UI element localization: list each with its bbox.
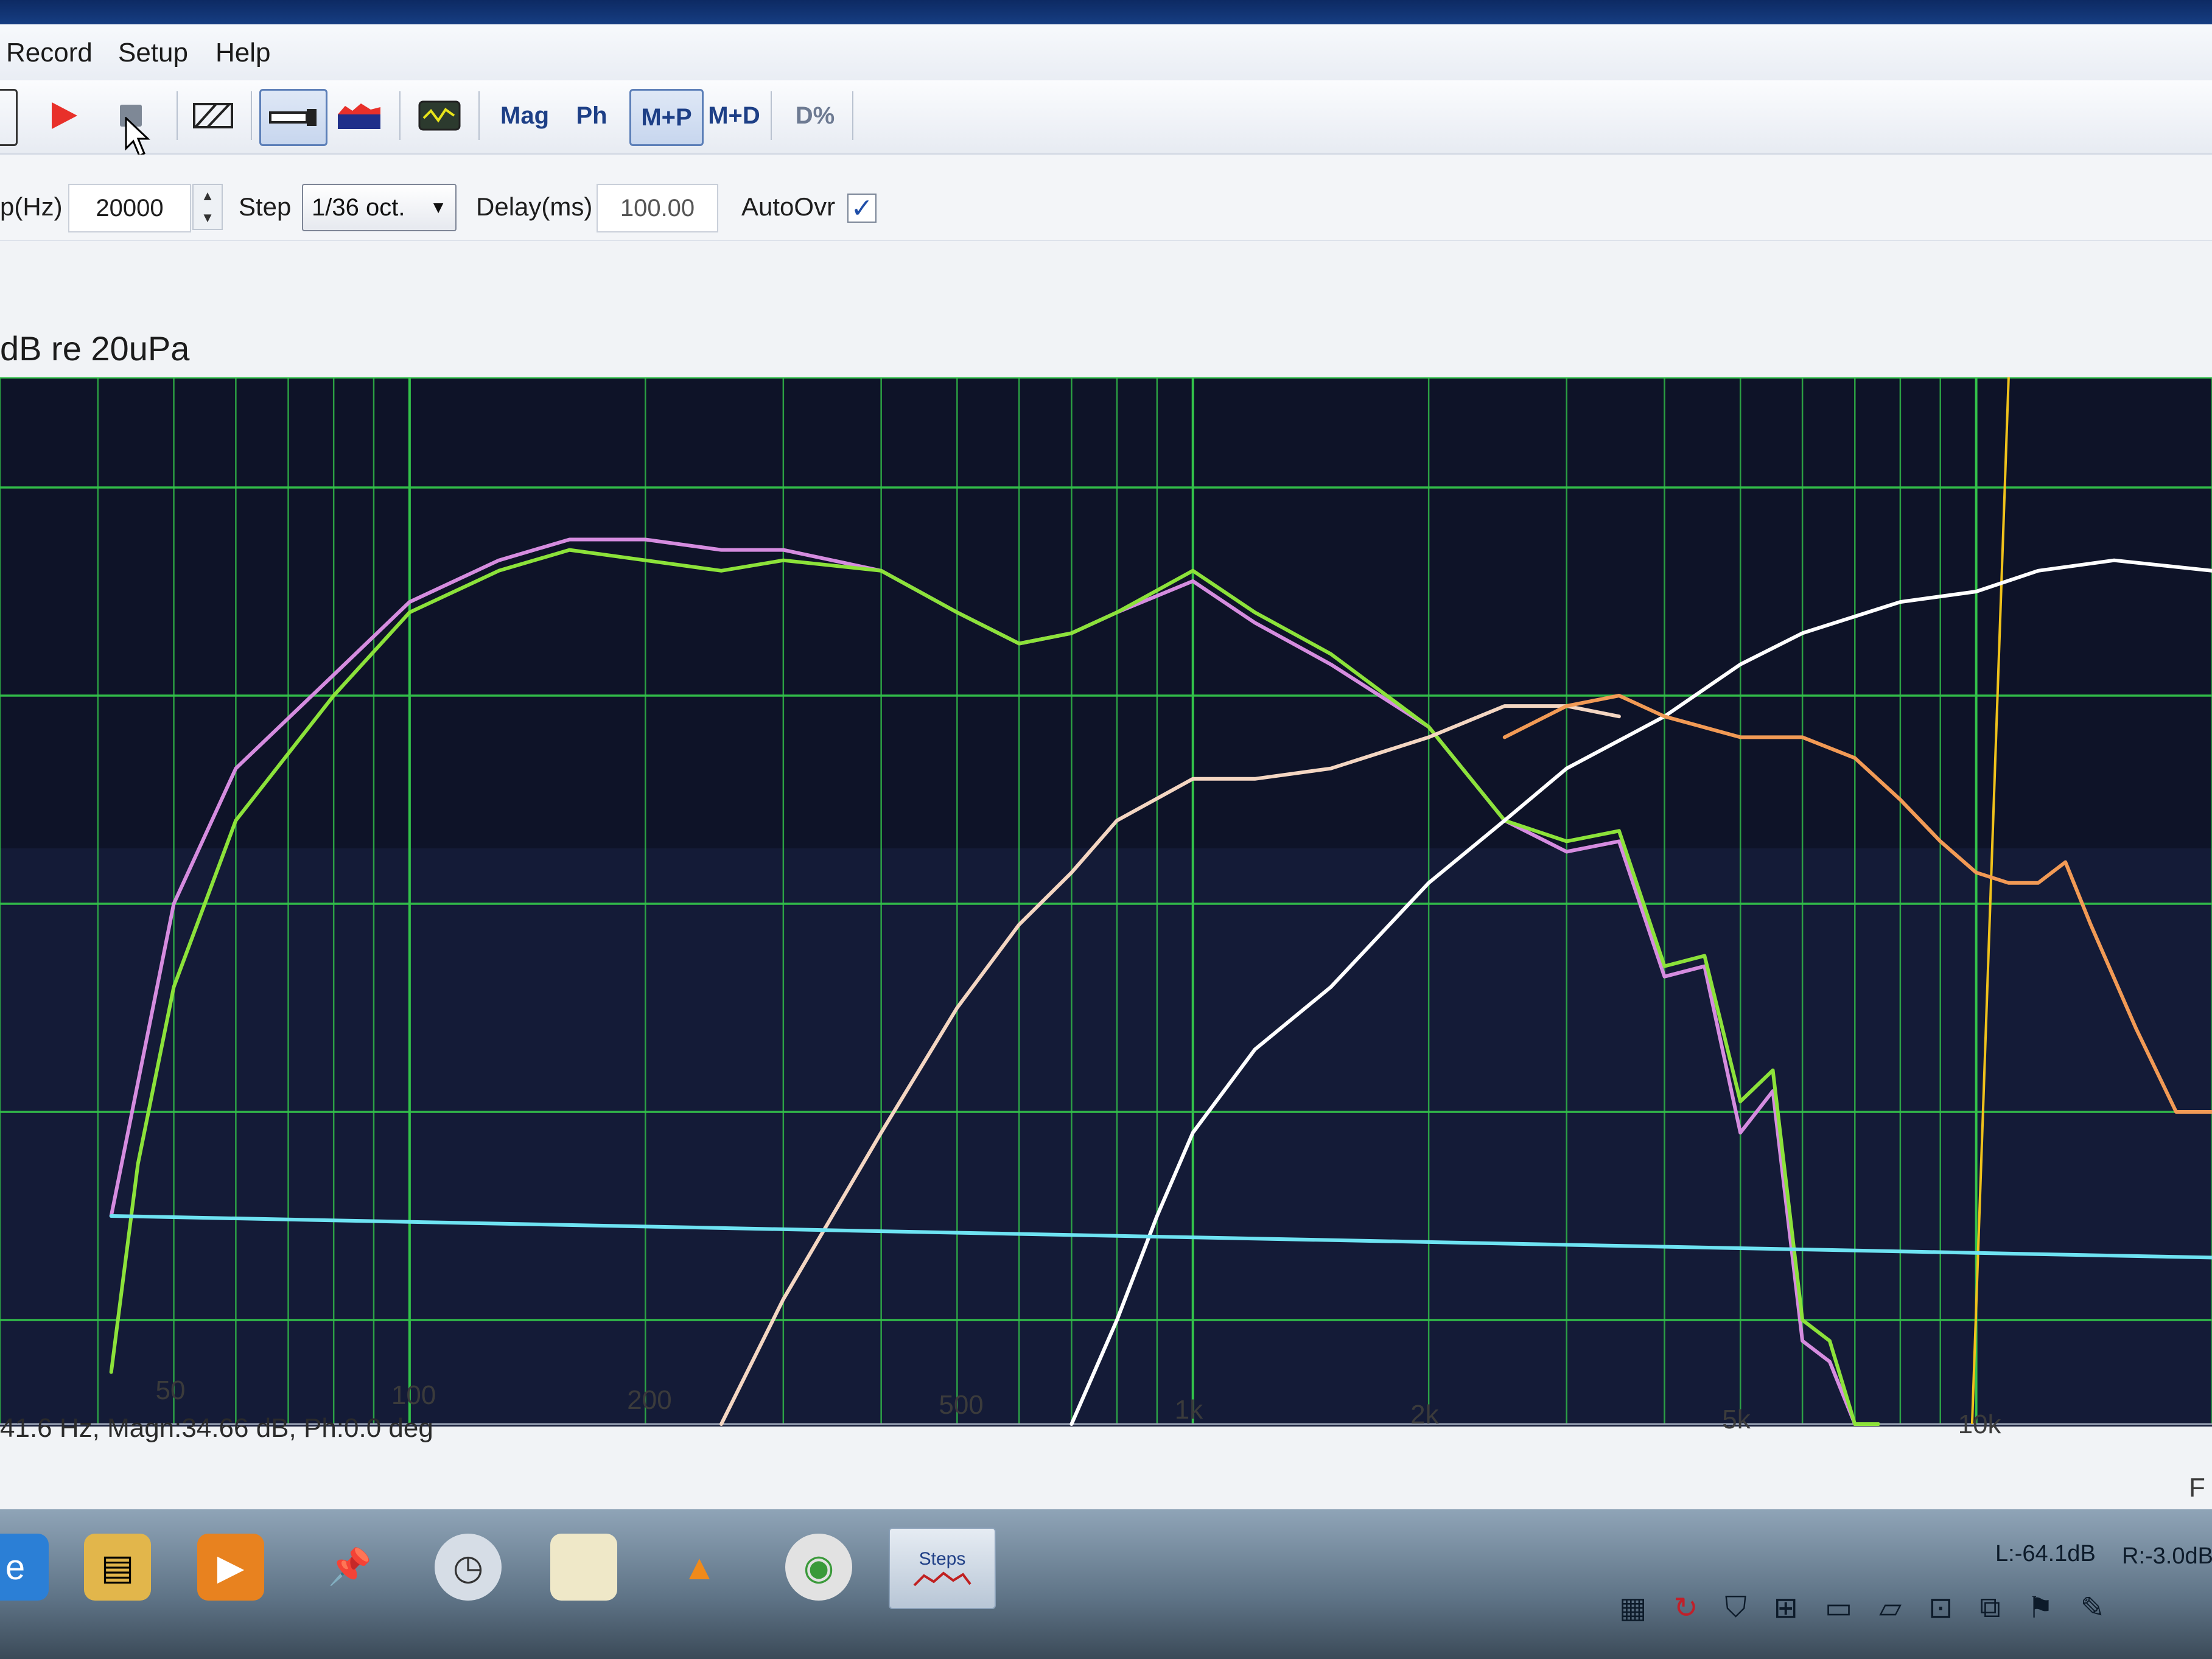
mouse-cursor-icon [125, 117, 150, 158]
checkmark-icon: ✓ [850, 193, 873, 223]
tray-folder-icon[interactable]: ▱ [1879, 1591, 1902, 1625]
x-tick-label: 5k [1722, 1405, 1751, 1434]
distortion-percent-button[interactable]: D% [788, 89, 842, 142]
steps-taskbar-label: Steps [919, 1549, 966, 1569]
tray-monitor-icon[interactable]: ▦ [1619, 1591, 1647, 1625]
step-label: Step [239, 192, 292, 221]
x-tick-label: 500 [939, 1390, 984, 1420]
frequency-response-plot[interactable] [0, 376, 2212, 1509]
tray-network-icon[interactable]: ⊡ [1928, 1591, 1953, 1625]
level-right-readout: R:-3.0dB [2122, 1543, 2212, 1569]
step-select-value: 1/36 oct. [312, 194, 405, 221]
chrome-icon[interactable]: ◉ [785, 1534, 852, 1601]
play-icon [52, 102, 77, 129]
pushpin-icon[interactable]: 📌 [317, 1534, 383, 1601]
tray-display-icon[interactable]: ▭ [1825, 1591, 1852, 1625]
menu-record[interactable]: Record [6, 38, 93, 68]
scope-button[interactable] [414, 89, 465, 142]
spectrum-button[interactable] [335, 89, 383, 142]
system-tray: ▦ ↻ ⛉ ⊞ ▭ ▱ ⊡ ⧉ ⚑ ✎ [1619, 1591, 2105, 1625]
hatch-icon [193, 103, 233, 128]
app-window: Record Setup Help Mag Ph M+P M+D D% p(Hz… [0, 24, 2212, 1509]
play-button[interactable] [43, 89, 85, 142]
spin-down-icon[interactable]: ▼ [201, 210, 214, 226]
tray-windows-icon[interactable]: ⊞ [1774, 1591, 1798, 1625]
tray-shield-icon[interactable]: ⛉ [1725, 1591, 1747, 1625]
tray-flag-icon[interactable]: ⚑ [2028, 1591, 2054, 1625]
phase-button[interactable]: Ph [567, 89, 616, 142]
level-left-readout: L:-64.1dB [1995, 1541, 2096, 1566]
mag-phase-button[interactable]: M+P [629, 89, 704, 146]
x-tick-label: 1k [1174, 1395, 1203, 1425]
tray-sync-icon[interactable]: ↻ [1673, 1591, 1698, 1625]
probe-icon [269, 109, 317, 126]
oscilloscope-icon [418, 100, 461, 131]
plot-background-shade [0, 848, 2212, 1427]
spectrum-icon [338, 103, 380, 129]
options-bar: p(Hz) 20000 ▲ ▼ Step 1/36 oct. ▼ Delay(m… [0, 155, 2212, 241]
step-select[interactable]: 1/36 oct. ▼ [302, 184, 457, 231]
generator-button[interactable] [189, 89, 237, 142]
menu-setup[interactable]: Setup [118, 38, 188, 68]
delay-input[interactable]: 100.00 [597, 184, 718, 232]
spin-up-icon[interactable]: ▲ [201, 188, 214, 204]
tray-copy-icon[interactable]: ⧉ [1979, 1591, 2000, 1625]
freq-label: p(Hz) [0, 192, 63, 221]
x-tick-label: 10k [1958, 1409, 2001, 1439]
steps-app-icon [913, 1571, 971, 1587]
cursor-readout: 41.6 Hz, Magn:34.66 dB, Ph:0.0 deg [0, 1413, 433, 1443]
units-label: dB re 20uPa [0, 329, 190, 368]
toolbar-partial-button[interactable] [0, 89, 18, 146]
freq-spinner[interactable]: ▲ ▼ [192, 184, 223, 230]
plot-svg [0, 376, 2212, 1427]
taskbar: e ▤ ▶ 📌 ◷ ▲ ◉ Steps L:-64.1dB R:-3.0dB ▦… [0, 1509, 2212, 1659]
freq-input[interactable]: 20000 [68, 184, 191, 232]
toolbar: Mag Ph M+P M+D D% [0, 80, 2212, 158]
x-tick-label: 50 [155, 1375, 186, 1405]
explorer-icon[interactable]: ▤ [84, 1534, 151, 1601]
x-tick-label: 100 [391, 1380, 436, 1410]
menu-help[interactable]: Help [215, 38, 271, 68]
autoovr-label: AutoOvr [741, 192, 836, 221]
x-tick-label: 2k [1410, 1400, 1439, 1430]
tray-pin-icon[interactable]: ✎ [2081, 1591, 2105, 1625]
menu-bar: Record Setup Help [0, 24, 2212, 82]
window-title-strip [0, 0, 2212, 24]
media-player-icon[interactable]: ▶ [197, 1534, 264, 1601]
steps-taskbar-button[interactable]: Steps [889, 1528, 996, 1609]
x-axis-end-label: F [2189, 1473, 2205, 1503]
vlc-icon[interactable]: ▲ [666, 1534, 733, 1601]
autoovr-checkbox[interactable]: ✓ [847, 194, 877, 223]
mag-button[interactable]: Mag [494, 89, 555, 142]
mag-distortion-button[interactable]: M+D [704, 89, 765, 142]
notes-icon[interactable] [550, 1534, 617, 1601]
chevron-down-icon: ▼ [430, 198, 447, 217]
delay-label: Delay(ms) [476, 192, 593, 221]
x-tick-label: 200 [627, 1385, 672, 1415]
ie-icon[interactable]: e [0, 1534, 49, 1601]
clock-icon[interactable]: ◷ [435, 1534, 502, 1601]
probe-button[interactable] [259, 89, 327, 146]
